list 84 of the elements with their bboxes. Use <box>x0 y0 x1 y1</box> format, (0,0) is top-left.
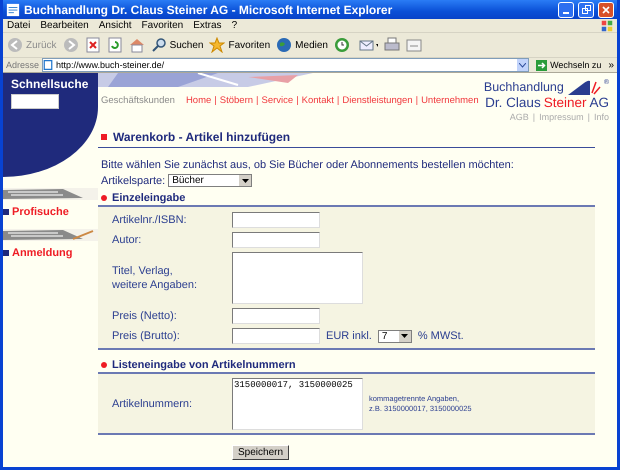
toolbar-icon-button[interactable] <box>106 37 123 53</box>
toolbar-button[interactable]: Favoriten <box>209 37 270 53</box>
toolbar-icon-button[interactable] <box>128 37 145 53</box>
refresh-icon <box>106 37 123 53</box>
toolbar-icon-button[interactable] <box>384 37 400 53</box>
nav-link[interactable]: Kontakt <box>302 95 334 106</box>
clock-icon <box>334 37 350 53</box>
notepad-icon <box>406 37 422 53</box>
dropdown-icon[interactable] <box>517 59 528 71</box>
nav-link[interactable]: Unternehmen <box>421 95 479 106</box>
menu-item[interactable]: Bearbeiten <box>40 20 89 31</box>
dropdown-arrow-icon[interactable] <box>242 178 249 182</box>
text-area[interactable]: 3150000017, 3150000025 <box>232 378 363 430</box>
section-title: Listeneingabe von Artikelnummern <box>98 359 595 372</box>
home-icon <box>128 37 145 53</box>
separator: | <box>532 112 536 122</box>
field-label: Artikelnummern: <box>112 397 194 411</box>
close-icon <box>602 6 610 14</box>
field-label: Autor: <box>112 233 142 247</box>
separator: | <box>416 95 418 106</box>
vat-label: % MWSt. <box>418 330 464 342</box>
close-button[interactable] <box>598 2 614 18</box>
quick-search-title: Schnellsuche <box>11 77 90 91</box>
separator: | <box>588 112 590 122</box>
menu-item[interactable]: Favoriten <box>142 20 184 31</box>
menu-item[interactable]: Datei <box>7 20 30 31</box>
category-select[interactable]: Bücher <box>168 174 252 187</box>
restore-button[interactable] <box>578 2 594 18</box>
nav-link[interactable]: Dienstleistungen <box>342 95 413 106</box>
category-label: Artikelsparte: <box>101 174 166 186</box>
more-chevron[interactable]: » <box>608 60 614 70</box>
field-label: Preis (Netto): <box>112 309 178 323</box>
page-icon <box>43 60 54 70</box>
page-heading: Warenkorb - Artikel hinzufügen <box>98 130 595 148</box>
toolbar-button[interactable]: Medien <box>276 37 328 53</box>
dropdown-arrow-icon[interactable] <box>401 334 408 338</box>
section-title: Einzeleingabe <box>98 192 595 205</box>
nav-link[interactable]: Stöbern <box>220 95 254 106</box>
toolbar-icon-button[interactable] <box>334 37 350 53</box>
toolbar-button[interactable]: Suchen <box>150 37 204 53</box>
address-label: Adresse <box>6 60 40 70</box>
toolbar-icon-button[interactable] <box>84 37 101 53</box>
text-area[interactable] <box>232 252 363 304</box>
browser-icon <box>6 2 20 16</box>
separator: | <box>256 95 258 106</box>
arrow-right-icon <box>536 60 548 70</box>
field-label: Preis (Brutto): <box>112 329 181 343</box>
sidebar-link[interactable]: Profisuche <box>3 206 98 218</box>
separator: | <box>296 95 299 106</box>
quick-search-field[interactable] <box>11 94 59 109</box>
input-field[interactable] <box>232 328 320 344</box>
toolbar-icon-button[interactable] <box>406 37 422 53</box>
window-title: Buchhandlung Dr. Claus Steiner AG - Microsoft Internet Explorer <box>24 2 394 16</box>
stop-icon <box>84 37 101 53</box>
field-label: Titel, Verlag, weitere Angaben: <box>112 264 198 292</box>
separator: | <box>214 95 217 106</box>
search-icon <box>150 37 167 53</box>
menu-item[interactable]: Ansicht <box>98 20 132 31</box>
input-field[interactable] <box>232 232 320 248</box>
menu-item[interactable]: Extras <box>193 20 222 31</box>
input-field[interactable] <box>232 308 320 324</box>
save-button[interactable]: Speichern <box>232 445 290 460</box>
menu-item[interactable]: ? <box>232 20 238 31</box>
star-icon <box>209 37 226 53</box>
windows-flag-icon <box>601 20 613 32</box>
logo-icon <box>566 79 602 95</box>
currency-label: EUR inkl. <box>326 330 372 342</box>
globe-icon <box>276 37 292 53</box>
vat-select[interactable]: 7 <box>378 330 412 342</box>
printer-icon <box>384 37 400 53</box>
minimize-button[interactable] <box>558 2 574 18</box>
logo-text: Buchhandlung <box>484 80 564 94</box>
go-button[interactable]: Wechseln zu <box>532 60 606 70</box>
nav-link[interactable]: Home <box>186 95 212 106</box>
field-label: Artikelnr./ISBN: <box>112 213 188 227</box>
minimize-icon <box>563 12 569 14</box>
restore-icon <box>582 5 590 14</box>
sidebar-link[interactable]: Anmeldung <box>3 247 98 259</box>
input-field[interactable] <box>232 212 320 228</box>
separator: | <box>336 95 340 106</box>
nav-link[interactable]: Service <box>262 95 294 106</box>
intro-text: Bitte wählen Sie zunächst aus, ob Sie Bücher oder Abonnements bestellen möchten: <box>101 159 515 171</box>
logo-name: Dr. Claus Steiner AG <box>485 95 609 110</box>
address-field[interactable]: http://www.buch-steiner.de/ <box>42 58 530 72</box>
